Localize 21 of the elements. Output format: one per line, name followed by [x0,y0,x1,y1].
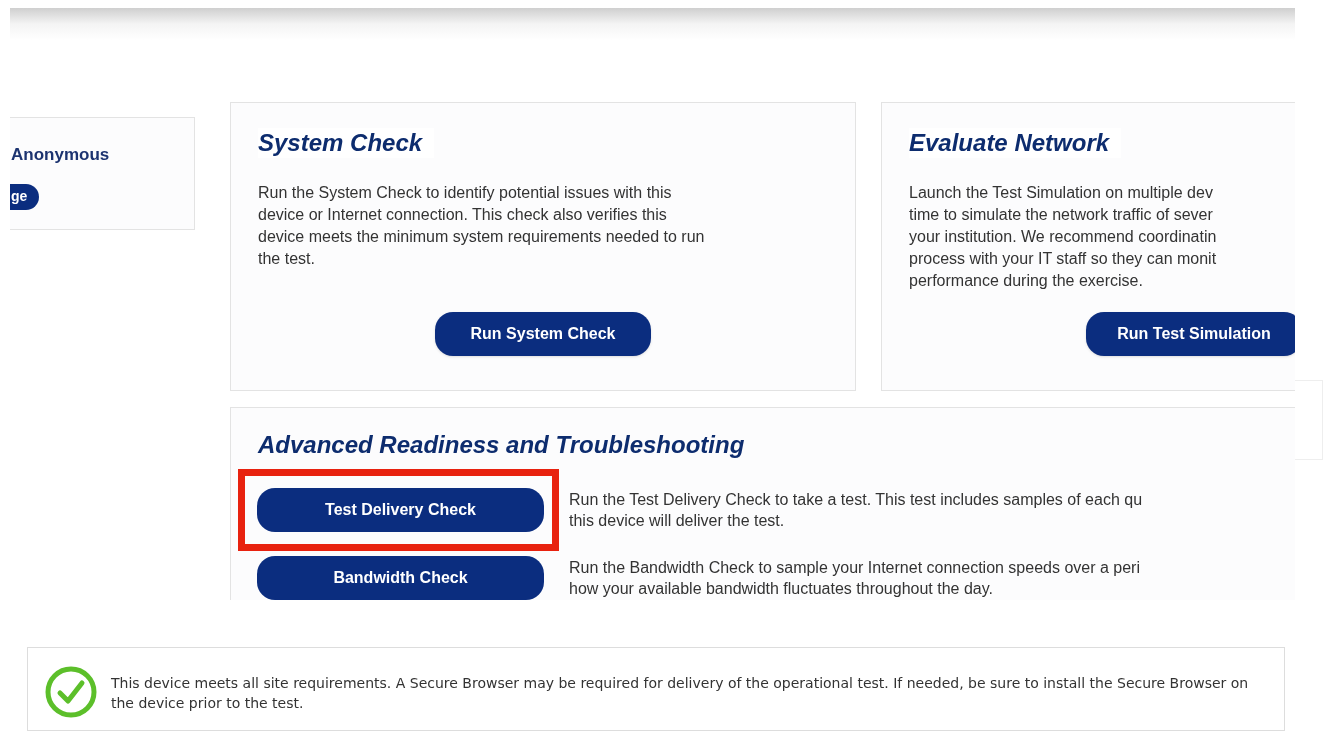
description-line: Run the Bandwidth Check to sample your Internet connection speeds over a peri [569,558,1140,578]
action-button[interactable]: Run Test Simulation [1086,312,1295,356]
description-line: performance during the exercise. [909,271,1144,291]
action-button[interactable]: Bandwidth Check [257,556,544,600]
status-message: This device meets all site requirements. A Secure Browser may be required for delivery of the operational test. If needed, be sure to install the Secure Browser on the device prior to the test. [111,674,1250,713]
action-button[interactable]: Run System Check [435,312,651,356]
description-line: device meets the minimum system requirements needed to run [258,227,706,247]
description-line: Run the Test Delivery Check to take a test. This test includes samples of each qu [569,490,1143,510]
description-line: this device will deliver the test. [569,511,786,531]
description-line: your institution. We recommend coordinatin [909,227,1218,247]
description-line: Run the System Check to identify potential issues with this [258,183,673,203]
description-line: process with your IT staff so they can monit [909,249,1218,269]
description-line: time to simulate the network traffic of sever [909,205,1214,225]
section-title: Advanced Readiness and Troubleshooting [258,430,745,460]
description-line: device or Internet connection. This check also verifies this [258,205,668,225]
user-name: Anonymous [11,144,110,166]
description-line: how your available bandwidth fluctuates throughout the day. [569,579,994,599]
description-line: Launch the Test Simulation on multiple dev [909,183,1214,203]
user-button[interactable]: ge [10,183,40,210]
action-button[interactable]: Test Delivery Check [257,488,544,532]
description-line: the test. [258,249,316,269]
